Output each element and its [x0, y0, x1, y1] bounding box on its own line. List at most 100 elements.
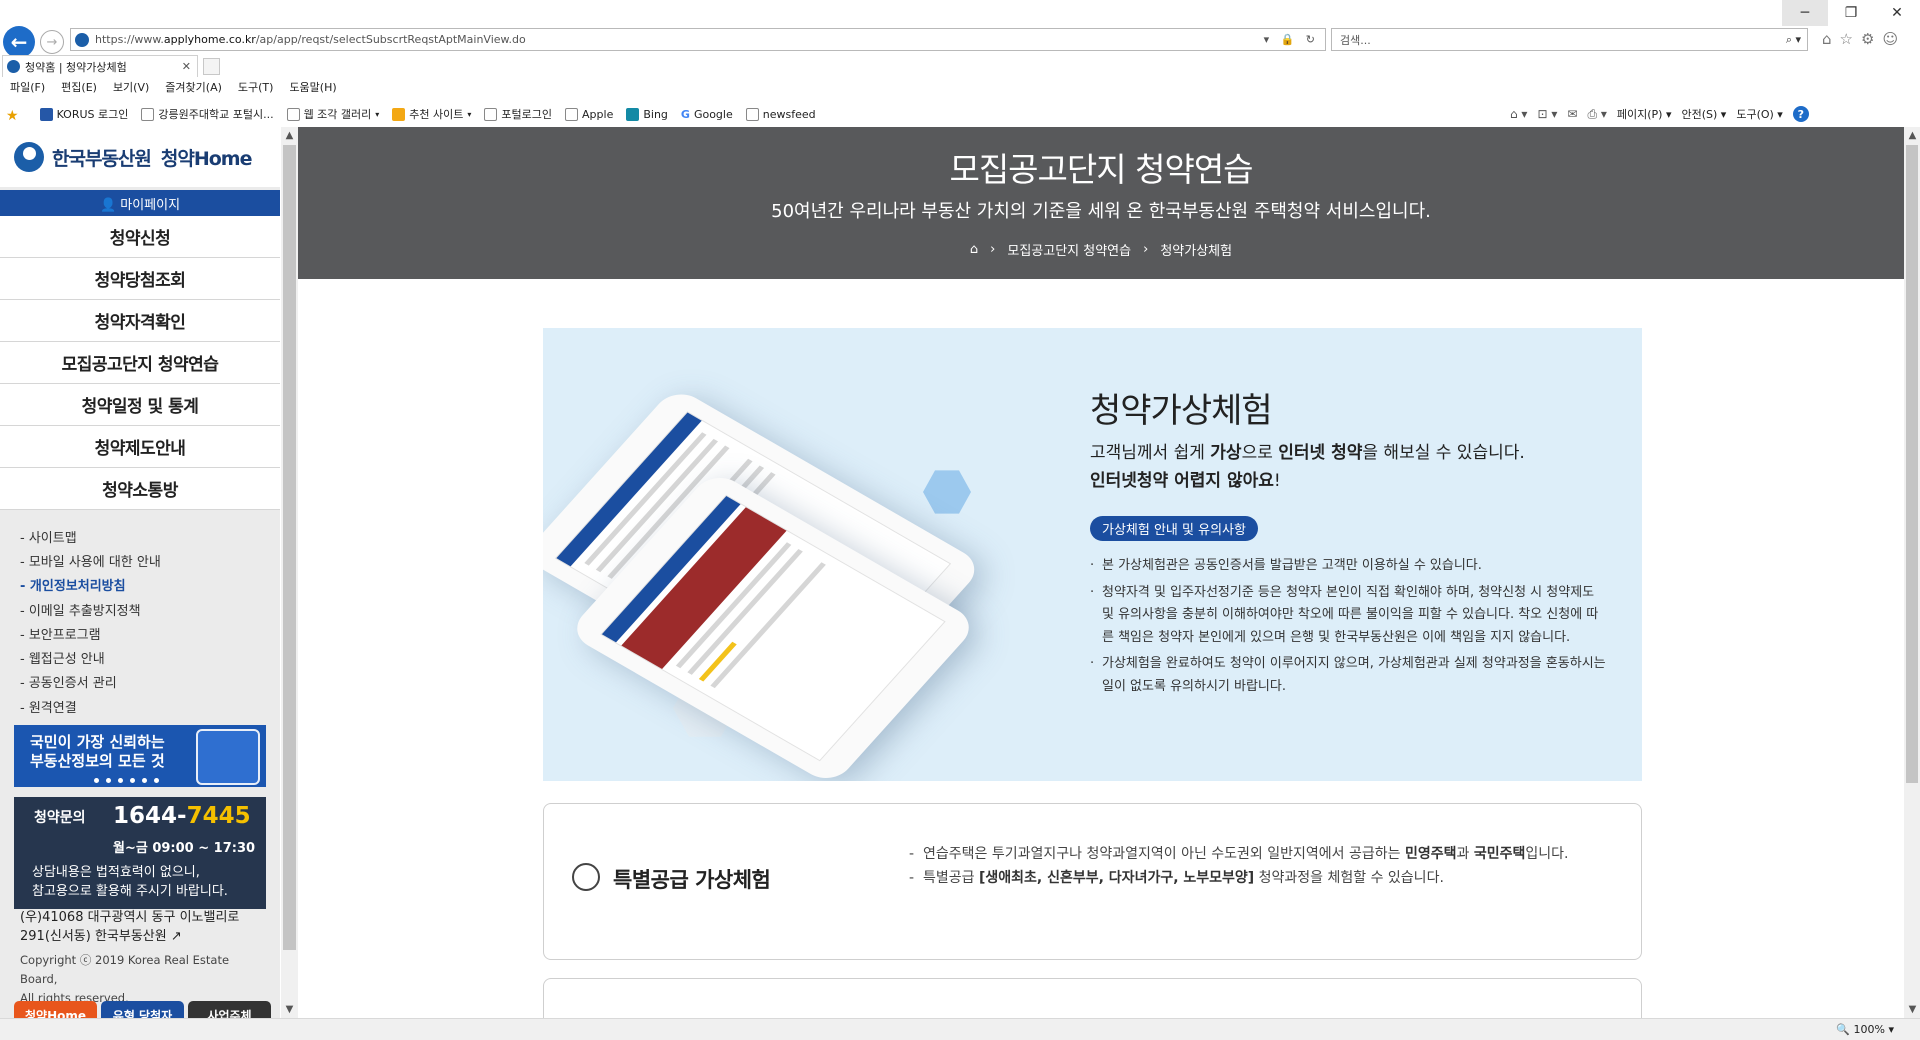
breadcrumb-item-current: 청약가상체험: [1160, 244, 1233, 259]
mail-icon[interactable]: ✉: [1567, 107, 1577, 121]
sidebar-scrollbar[interactable]: ▲ ▼: [281, 127, 298, 1018]
search-box[interactable]: 검색... ⌕ ▾: [1331, 28, 1808, 51]
browser-chrome: ─ ❐ ✕ ← → https://www.applyhome.co.kr/ap…: [0, 0, 1920, 127]
menu-item-system-guide[interactable]: 청약제도안내: [0, 426, 280, 468]
developer-button[interactable]: 사업주체: [188, 1001, 271, 1018]
logo-org-name: 한국부동산원: [52, 147, 152, 170]
favorite-suggested-sites[interactable]: 추천 사이트 ▾: [392, 106, 471, 122]
chevron-down-icon: ▾: [467, 109, 472, 119]
submenu-email-policy[interactable]: - 이메일 추출방지정책: [20, 597, 270, 621]
safety-menu[interactable]: 안전(S) ▾: [1682, 106, 1727, 122]
scroll-down-icon[interactable]: ▼: [281, 1001, 298, 1018]
org-address: (우)41068 대구광역시 동구 이노밸리로 291(신서동) 한국부동산원 …: [20, 908, 270, 946]
menu-view[interactable]: 보기(V): [113, 79, 149, 97]
mypage-button[interactable]: 👤 마이페이지: [0, 190, 280, 216]
page-icon: [484, 107, 498, 121]
feed-icon[interactable]: ⊡ ▾: [1537, 107, 1557, 121]
page-scrollbar[interactable]: ▲ ▼: [1904, 127, 1920, 1018]
favorite-web-slice-gallery[interactable]: 웹 조각 갤러리 ▾: [286, 106, 379, 122]
lock-refresh-icons[interactable]: ▾ 🔒 ↻: [1264, 33, 1319, 46]
tab-active[interactable]: 청약홈 | 청약가상체험 ✕: [2, 55, 198, 77]
special-supply-card[interactable]: 특별공급 가상체험 연습주택은 투기과열지구나 청약과열지역이 아닌 수도권외 …: [543, 803, 1642, 960]
menu-item-apply[interactable]: 청약신청: [0, 216, 280, 258]
favorite-bing[interactable]: Bing: [626, 107, 668, 121]
special-supply-radio[interactable]: [572, 863, 600, 891]
favorite-google[interactable]: G Google: [681, 108, 733, 121]
restore-button[interactable]: ❐: [1828, 0, 1874, 26]
menu-edit[interactable]: 편집(E): [61, 79, 97, 97]
banner-pager: [94, 778, 159, 783]
favorites-star-icon[interactable]: ☆: [1840, 30, 1853, 48]
submenu-remote[interactable]: - 원격연결: [20, 694, 270, 718]
title-bar: ─ ❐ ✕: [0, 0, 1920, 26]
favorite-portal-login[interactable]: 포털로그인: [484, 106, 552, 122]
notice-item: 가상체험을 완료하여도 청약이 이루어지지 않으며, 가상체험관과 실제 청약과…: [1090, 653, 1610, 698]
bing-icon: [626, 107, 640, 121]
menu-item-community[interactable]: 청약소통방: [0, 468, 280, 510]
contact-hours: 월~금 09:00 ~ 17:30: [113, 841, 256, 856]
page-icon: [286, 107, 300, 121]
page-scroll-thumb[interactable]: [1906, 145, 1918, 783]
submenu-accessibility[interactable]: - 웹접근성 안내: [20, 645, 270, 669]
submenu-mobile-guide[interactable]: - 모바일 사용에 대한 안내: [20, 548, 270, 572]
print-icon[interactable]: ⎙ ▾: [1587, 107, 1606, 122]
contact-note: 상담내용은 법적효력이 없으니, 참고용으로 활용해 주시기 바랍니다.: [32, 865, 228, 899]
hexagon-decoration: [923, 470, 971, 514]
address-link[interactable]: 291(신서동) 한국부동산원 ↗: [20, 927, 270, 946]
submenu-privacy-policy[interactable]: - 개인정보처리방침: [20, 573, 270, 597]
breadcrumb-item-practice[interactable]: 모집공고단지 청약연습: [1007, 240, 1131, 259]
general-supply-card[interactable]: [543, 978, 1642, 1018]
search-icon[interactable]: ⌕ ▾: [1786, 33, 1801, 47]
page-menu[interactable]: 페이지(P) ▾: [1617, 106, 1672, 122]
notice-pill: 가상체험 안내 및 유의사항: [1090, 516, 1258, 541]
forward-button[interactable]: →: [40, 30, 64, 54]
site-logo[interactable]: 한국부동산원 청약Home: [0, 127, 280, 187]
menu-help[interactable]: 도움말(H): [289, 79, 336, 97]
scroll-up-icon[interactable]: ▲: [281, 127, 298, 144]
favorite-gwnu-portal[interactable]: 강릉원주대학교 포털시...: [141, 106, 274, 122]
applyhome-button[interactable]: 청약Home: [14, 1001, 97, 1018]
home-dropdown-icon[interactable]: ⌂ ▾: [1510, 107, 1527, 121]
menu-tools[interactable]: 도구(T): [238, 79, 274, 97]
submenu-sitemap[interactable]: - 사이트맵: [20, 524, 270, 548]
submenu-certificate[interactable]: - 공동인증서 관리: [20, 670, 270, 694]
menu-favorites[interactable]: 즐겨찾기(A): [165, 79, 222, 97]
special-supply-title[interactable]: 특별공급 가상체험: [613, 864, 771, 894]
home-icon[interactable]: ⌂: [970, 242, 978, 257]
menu-item-schedule-stats[interactable]: 청약일정 및 통계: [0, 384, 280, 426]
real-estate-info-banner[interactable]: 국민이 가장 신뢰하는 부동산정보의 모든 것: [14, 725, 266, 787]
submenu-security-program[interactable]: - 보안프로그램: [20, 621, 270, 645]
scroll-down-icon[interactable]: ▼: [1904, 1001, 1920, 1018]
favorite-newsfeed[interactable]: newsfeed: [745, 107, 816, 121]
favorites-star[interactable]: ★: [0, 108, 27, 124]
tab-row: 청약홈 | 청약가상체험 ✕: [0, 55, 1920, 77]
virtual-experience-panel: 청약가상체험 고객님께서 쉽게 가상으로 인터넷 청약을 해보실 수 있습니다.…: [543, 328, 1642, 781]
scroll-up-icon[interactable]: ▲: [1904, 127, 1920, 144]
new-tab-button[interactable]: [203, 58, 220, 75]
section-title: 청약가상체험: [1090, 391, 1273, 431]
sidebar-scroll-thumb[interactable]: [283, 145, 296, 950]
page-title: 모집공고단지 청약연습: [949, 150, 1253, 189]
favorite-korus[interactable]: KORUS 로그인: [39, 106, 128, 122]
settings-gear-icon[interactable]: ⚙: [1861, 30, 1874, 48]
menu-file[interactable]: 파일(F): [10, 79, 45, 97]
logo-service-name: 청약Home: [160, 147, 253, 170]
tab-close-icon[interactable]: ✕: [182, 60, 191, 73]
url-text[interactable]: https://www.applyhome.co.kr/ap/app/reqst…: [95, 33, 526, 46]
zoom-level[interactable]: 🔍 100% ▾: [1836, 1023, 1894, 1036]
favorite-apple[interactable]: Apple: [565, 107, 613, 121]
breadcrumb: ⌂ › 모집공고단지 청약연습 › 청약가상체험: [298, 240, 1904, 259]
close-window-button[interactable]: ✕: [1874, 0, 1920, 26]
address-bar[interactable]: https://www.applyhome.co.kr/ap/app/reqst…: [70, 28, 1326, 51]
minimize-button[interactable]: ─: [1782, 0, 1828, 26]
help-icon[interactable]: ?: [1792, 106, 1809, 122]
smiley-icon[interactable]: ☺: [1882, 30, 1898, 48]
type-winner-button[interactable]: 유형 당첨자: [101, 1001, 184, 1018]
tools-menu[interactable]: 도구(O) ▾: [1736, 106, 1783, 122]
sidebar: 한국부동산원 청약Home 👤 마이페이지 청약신청 청약당첨조회 청약자격확인…: [0, 127, 280, 1018]
back-button[interactable]: ←: [3, 26, 35, 58]
menu-item-practice[interactable]: 모집공고단지 청약연습: [0, 342, 280, 384]
menu-item-eligibility[interactable]: 청약자격확인: [0, 300, 280, 342]
home-icon[interactable]: ⌂: [1822, 30, 1832, 48]
menu-item-winner-lookup[interactable]: 청약당첨조회: [0, 258, 280, 300]
